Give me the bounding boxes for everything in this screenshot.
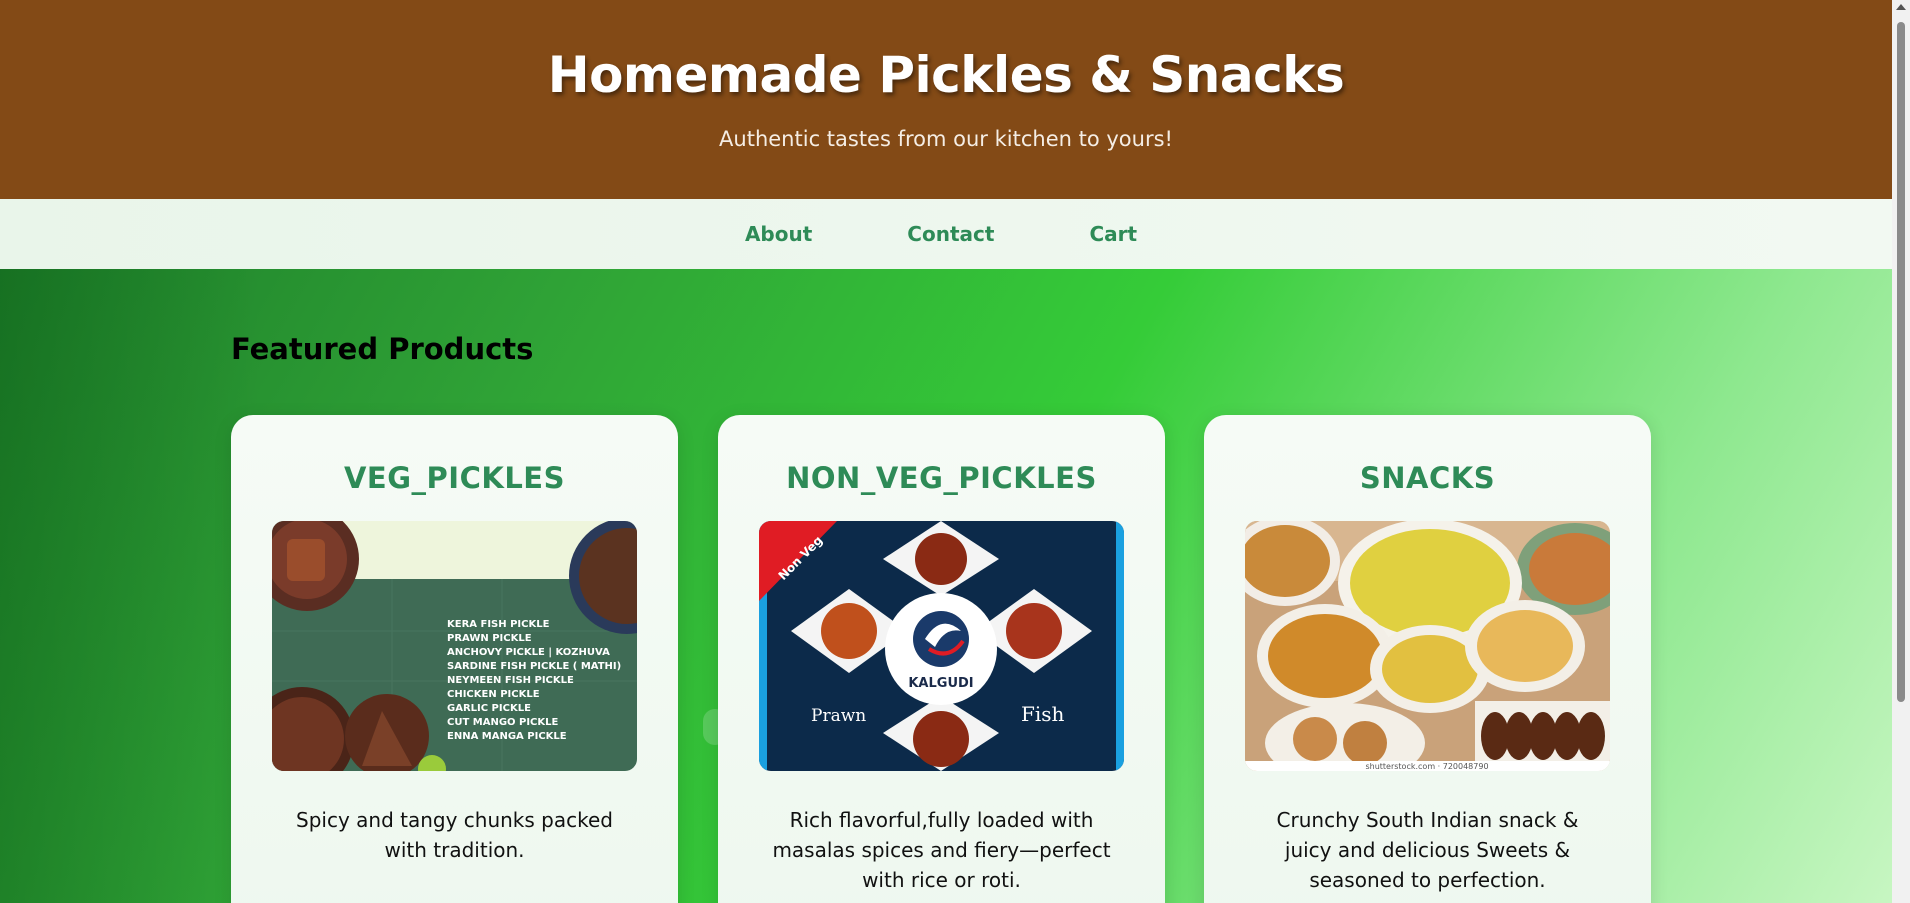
product-description: Spicy and tangy chunks packed with tradi… — [296, 808, 613, 862]
product-image: shutterstock.com · 720048790 — [1245, 521, 1610, 771]
brand-label: KALGUDI — [908, 676, 973, 691]
svg-text:GARLIC PICKLE: GARLIC PICKLE — [447, 703, 531, 714]
section-title: Featured Products — [231, 332, 534, 366]
product-title: VEG_PICKLES — [343, 461, 566, 495]
svg-text:CUT MANGO PICKLE: CUT MANGO PICKLE — [447, 717, 559, 728]
product-card-veg-pickles[interactable]: VEG_PICKLES KERA FISH PICKLE PRAWN PICKL… — [231, 415, 678, 903]
product-description: Crunchy South Indian snack & juicy and d… — [1276, 808, 1579, 892]
product-title: NON_VEG_PICKLES — [786, 461, 1097, 495]
site-title: Homemade Pickles & Snacks — [547, 46, 1345, 104]
fish-label: Fish — [1021, 702, 1065, 726]
svg-text:KERA FISH PICKLE: KERA FISH PICKLE — [447, 619, 550, 630]
product-title: SNACKS — [1359, 461, 1496, 495]
main-nav: About Contact Cart — [0, 199, 1892, 269]
svg-text:ENNA MANGA PICKLE: ENNA MANGA PICKLE — [447, 731, 567, 742]
snacks-image: shutterstock.com · 720048790 — [1245, 521, 1610, 771]
svg-text:PRAWN PICKLE: PRAWN PICKLE — [447, 633, 532, 644]
site-header: Homemade Pickles & Snacks Authentic tast… — [0, 0, 1892, 199]
product-image: KERA FISH PICKLE PRAWN PICKLE ANCHOVY PI… — [272, 521, 637, 771]
nav-link-about[interactable]: About — [745, 222, 812, 246]
product-card-snacks[interactable]: SNACKS shutterstock.com · 720048790 Crun… — [1204, 415, 1651, 903]
prawn-label: Prawn — [811, 706, 866, 726]
nav-link-cart[interactable]: Cart — [1089, 222, 1137, 246]
image-watermark: shutterstock.com · 720048790 — [1365, 762, 1488, 771]
svg-text:SARDINE FISH PICKLE ( MATHI): SARDINE FISH PICKLE ( MATHI) — [447, 661, 621, 672]
product-card-non-veg-pickles[interactable]: NON_VEG_PICKLES Non Veg KALGUDI Prawn Fi… — [718, 415, 1165, 903]
main-content: Featured Products VEG_PICKLES KERA FISH … — [0, 269, 1892, 903]
scroll-up-arrow-icon[interactable] — [1896, 4, 1906, 10]
svg-text:CHICKEN PICKLE: CHICKEN PICKLE — [447, 689, 540, 700]
product-description: Rich flavorful,fully loaded with masalas… — [772, 808, 1111, 892]
page-scrollbar[interactable] — [1892, 0, 1910, 903]
product-image: Non Veg KALGUDI Prawn Fish — [759, 521, 1124, 771]
svg-text:ANCHOVY PICKLE | KOZHUVA: ANCHOVY PICKLE | KOZHUVA — [447, 647, 610, 658]
veg-pickles-image: KERA FISH PICKLE PRAWN PICKLE ANCHOVY PI… — [272, 521, 637, 771]
nav-link-contact[interactable]: Contact — [907, 222, 994, 246]
site-tagline: Authentic tastes from our kitchen to you… — [719, 127, 1173, 151]
non-veg-pickles-image: Non Veg KALGUDI Prawn Fish — [759, 521, 1124, 771]
svg-text:NEYMEEN FISH PICKLE: NEYMEEN FISH PICKLE — [447, 675, 574, 686]
scrollbar-thumb[interactable] — [1897, 22, 1905, 702]
